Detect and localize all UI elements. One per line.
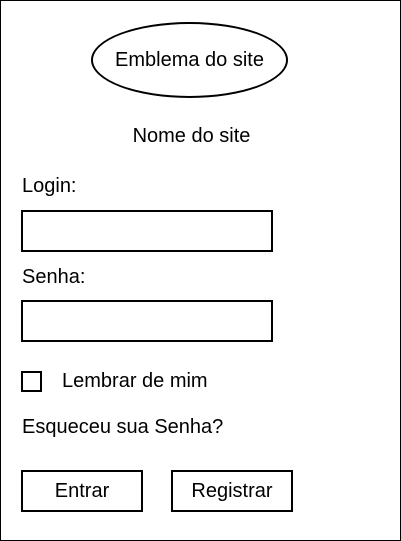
login-label: Login: (22, 175, 77, 197)
site-name: Nome do site (132, 125, 251, 147)
register-button[interactable]: Registrar (171, 470, 293, 512)
password-input[interactable] (21, 300, 273, 342)
login-panel: Emblema do site Nome do site Login: Senh… (0, 0, 401, 541)
remember-me-checkbox[interactable] (21, 371, 42, 392)
forgot-password-link[interactable]: Esqueceu sua Senha? (22, 416, 223, 439)
remember-me-label[interactable]: Lembrar de mim (62, 370, 208, 393)
enter-button[interactable]: Entrar (21, 470, 143, 512)
site-emblem: Emblema do site (91, 22, 288, 98)
login-input[interactable] (21, 210, 273, 252)
password-label: Senha: (22, 266, 86, 288)
